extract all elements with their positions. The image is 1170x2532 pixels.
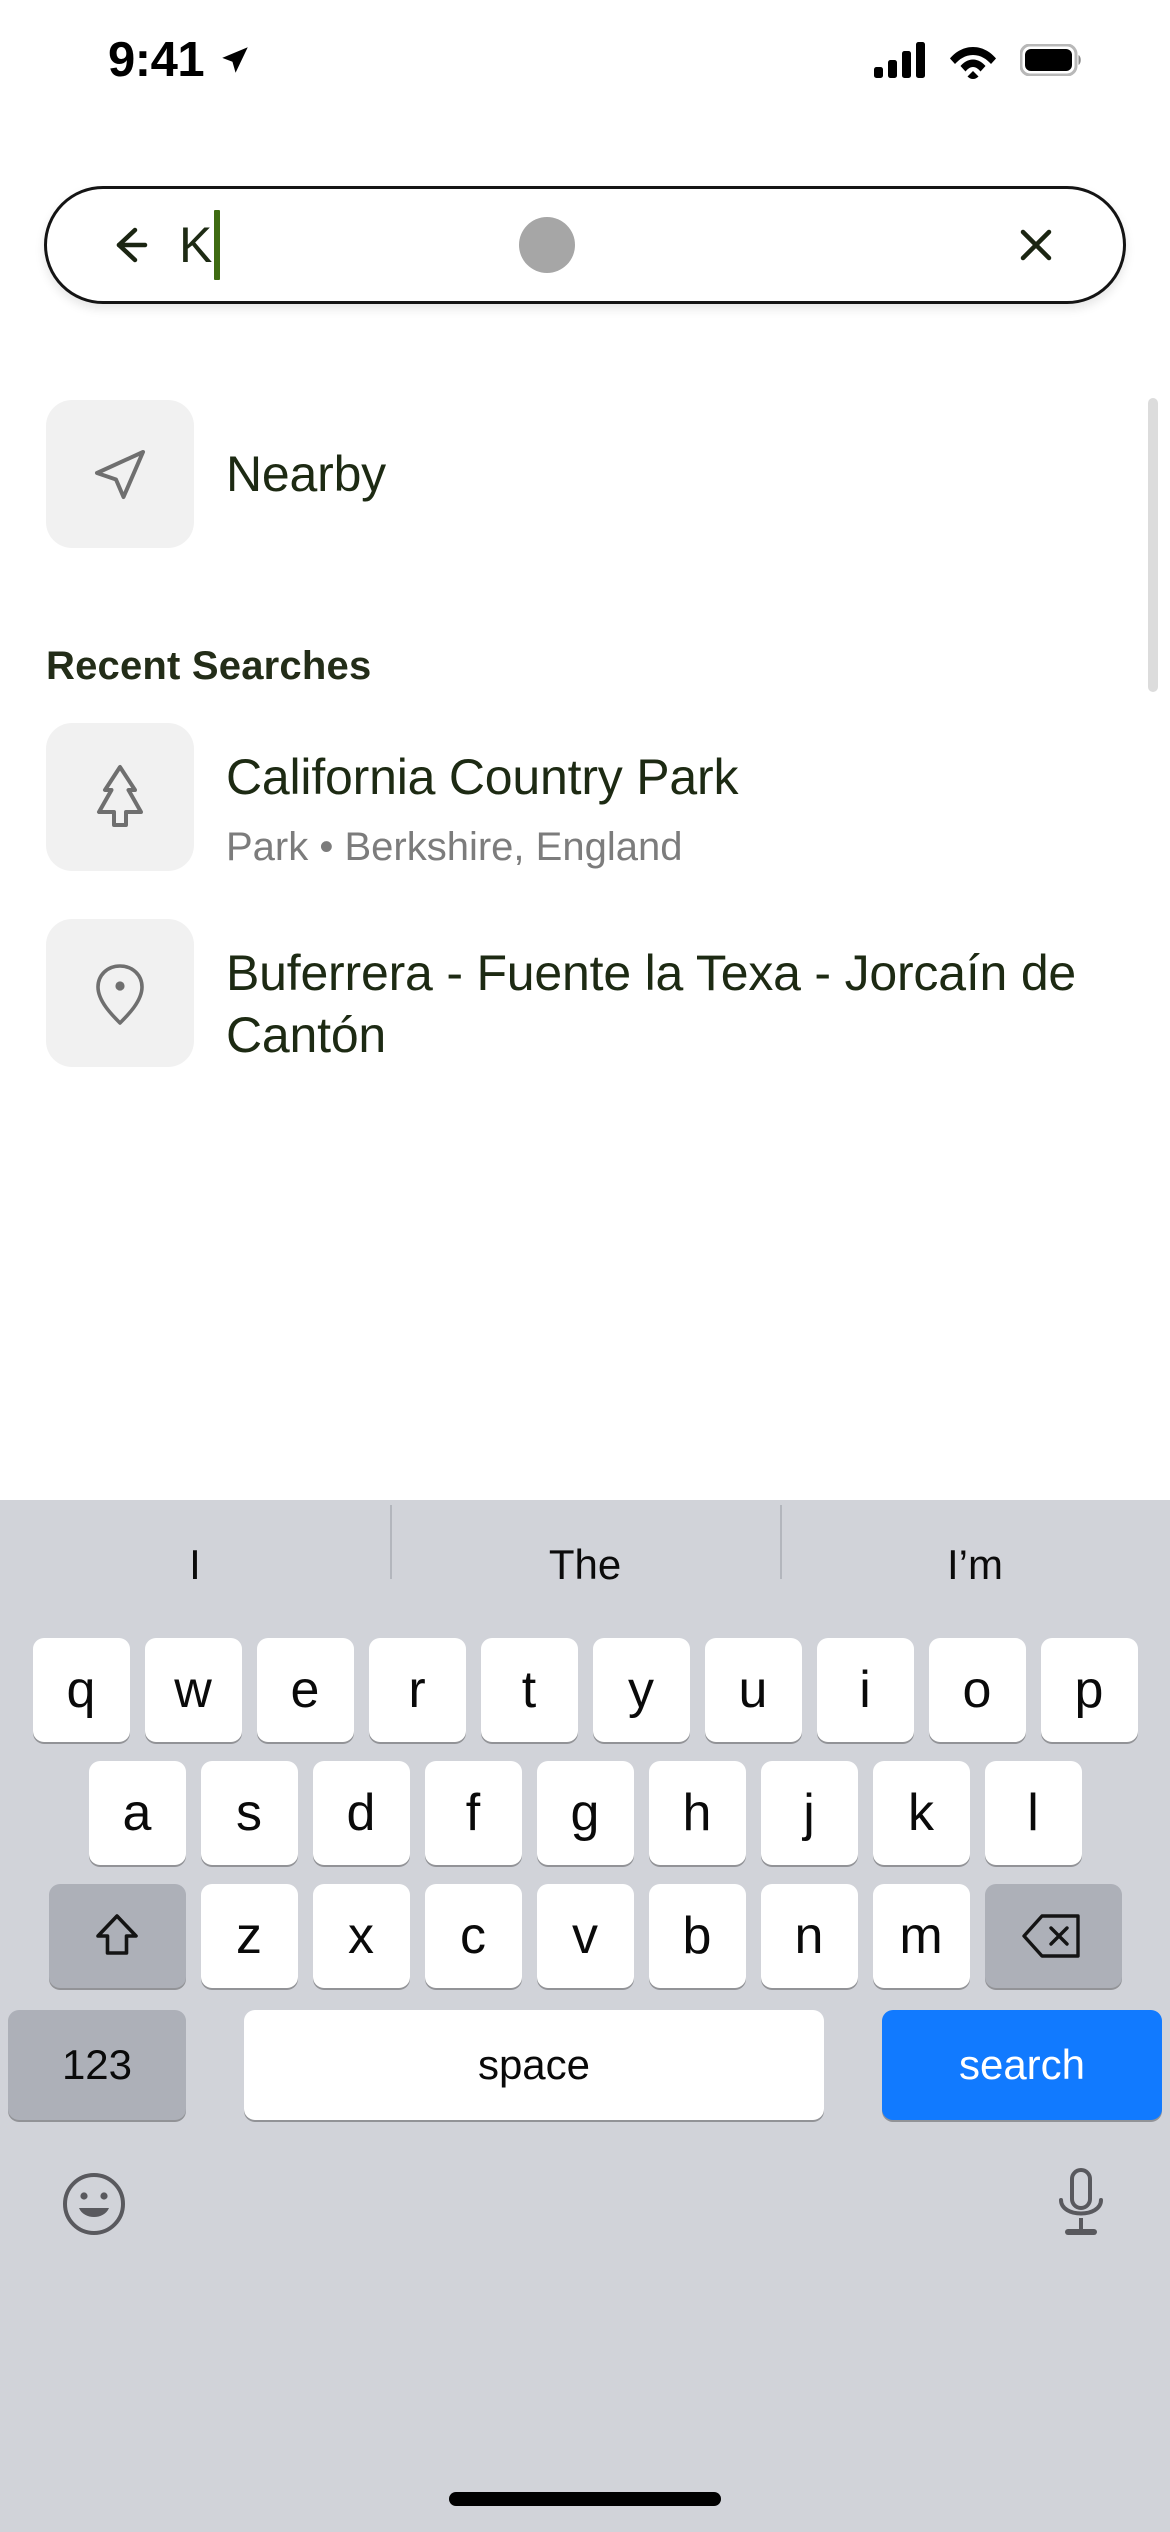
search-results-list: Nearby Recent Searches California Countr… — [0, 400, 1170, 1510]
close-x-icon — [1020, 229, 1052, 261]
microphone-icon — [1059, 2168, 1103, 2235]
search-return-key[interactable]: search — [882, 2010, 1162, 2120]
shift-arrow-icon — [96, 1914, 138, 1955]
key-s[interactable]: s — [200, 1761, 298, 1865]
key-h[interactable]: h — [648, 1761, 746, 1865]
numbers-key[interactable]: 123 — [8, 2010, 186, 2120]
location-arrow-icon — [222, 47, 248, 73]
backspace-key[interactable] — [984, 1884, 1122, 1988]
space-key[interactable]: space — [244, 2010, 824, 2120]
backspace-delete-icon — [1022, 1914, 1080, 1958]
status-bar: 9:41 — [0, 0, 1170, 120]
nearby-label: Nearby — [226, 446, 386, 502]
cellular-signal-icon — [874, 42, 925, 78]
key-e[interactable]: e — [256, 1638, 354, 1742]
key-u[interactable]: u — [704, 1638, 802, 1742]
key-y[interactable]: y — [592, 1638, 690, 1742]
list-item[interactable]: Buferrera - Fuente la Texa - Jorcaín de … — [0, 919, 1170, 1067]
keyboard-row-1: q w e r t y u i o p — [0, 1638, 1170, 1742]
onscreen-keyboard: I The I’m q w e r t y u i o p a s d f g … — [0, 1500, 1170, 2532]
key-w[interactable]: w — [144, 1638, 242, 1742]
back-button[interactable] — [101, 217, 157, 273]
key-v[interactable]: v — [536, 1884, 634, 1988]
app-screen: 9:41 K Nearby Recent Searches California… — [0, 0, 1170, 2532]
key-o[interactable]: o — [928, 1638, 1026, 1742]
key-f[interactable]: f — [424, 1761, 522, 1865]
search-input[interactable]: K — [179, 189, 1007, 301]
key-d[interactable]: d — [312, 1761, 410, 1865]
keyboard-suggestion-bar: I The I’m — [0, 1500, 1170, 1630]
key-l[interactable]: l — [984, 1761, 1082, 1865]
key-b[interactable]: b — [648, 1884, 746, 1988]
keyboard-utility-row — [0, 2164, 1170, 2249]
arrow-left-icon — [116, 227, 148, 263]
key-z[interactable]: z — [200, 1884, 298, 1988]
list-item-body: California Country Park Park • Berkshire… — [226, 723, 1106, 871]
nearby-icon-tile — [46, 400, 194, 548]
key-a[interactable]: a — [88, 1761, 186, 1865]
key-t[interactable]: t — [480, 1638, 578, 1742]
suggestion-item[interactable]: I — [0, 1541, 390, 1589]
list-item-title: California Country Park — [226, 749, 739, 805]
search-input-value: K — [179, 217, 213, 273]
list-item[interactable]: California Country Park Park • Berkshire… — [0, 723, 1170, 871]
key-g[interactable]: g — [536, 1761, 634, 1865]
battery-full-icon — [1020, 44, 1081, 76]
status-bar-time: 9:41 — [108, 32, 205, 87]
search-bar-container: K — [44, 186, 1126, 308]
recent-searches-heading: Recent Searches — [46, 644, 372, 688]
keyboard-row-3: z x c v b n m — [0, 1884, 1170, 1988]
key-r[interactable]: r — [368, 1638, 466, 1742]
list-item-subtitle: Park • Berkshire, England — [226, 824, 683, 869]
key-k[interactable]: k — [872, 1761, 970, 1865]
search-bar[interactable]: K — [44, 186, 1126, 304]
home-indicator[interactable] — [449, 2492, 721, 2506]
list-item-title: Buferrera - Fuente la Texa - Jorcaín de … — [226, 945, 1077, 1063]
key-q[interactable]: q — [32, 1638, 130, 1742]
key-m[interactable]: m — [872, 1884, 970, 1988]
keyboard-row-2: a s d f g h j k l — [0, 1761, 1170, 1865]
keyboard-row-4: 123 space search — [0, 2010, 1170, 2120]
status-bar-right — [874, 41, 1082, 79]
shift-key[interactable] — [48, 1884, 186, 1988]
pine-tree-icon — [97, 765, 143, 827]
suggestion-item[interactable]: The — [390, 1505, 780, 1589]
key-i[interactable]: i — [816, 1638, 914, 1742]
navigation-arrow-icon — [95, 450, 145, 499]
dictation-key[interactable] — [1050, 2164, 1112, 2249]
avatar[interactable] — [519, 217, 575, 273]
text-cursor — [214, 210, 221, 280]
key-c[interactable]: c — [424, 1884, 522, 1988]
key-n[interactable]: n — [760, 1884, 858, 1988]
suggestion-item[interactable]: I’m — [780, 1505, 1170, 1589]
list-item-body: Buferrera - Fuente la Texa - Jorcaín de … — [226, 919, 1106, 1066]
park-icon-tile — [46, 723, 194, 871]
clear-search-button[interactable] — [1007, 216, 1065, 274]
emoji-key[interactable] — [58, 2168, 130, 2245]
map-pin-icon — [96, 964, 144, 1025]
status-bar-left: 9:41 — [108, 32, 252, 87]
key-p[interactable]: p — [1040, 1638, 1138, 1742]
place-icon-tile — [46, 919, 194, 1067]
nearby-row[interactable]: Nearby — [0, 400, 1170, 548]
key-j[interactable]: j — [760, 1761, 858, 1865]
wifi-icon — [950, 47, 996, 79]
nearby-body: Nearby — [226, 400, 1106, 506]
emoji-smiley-icon — [63, 2173, 125, 2235]
key-x[interactable]: x — [312, 1884, 410, 1988]
